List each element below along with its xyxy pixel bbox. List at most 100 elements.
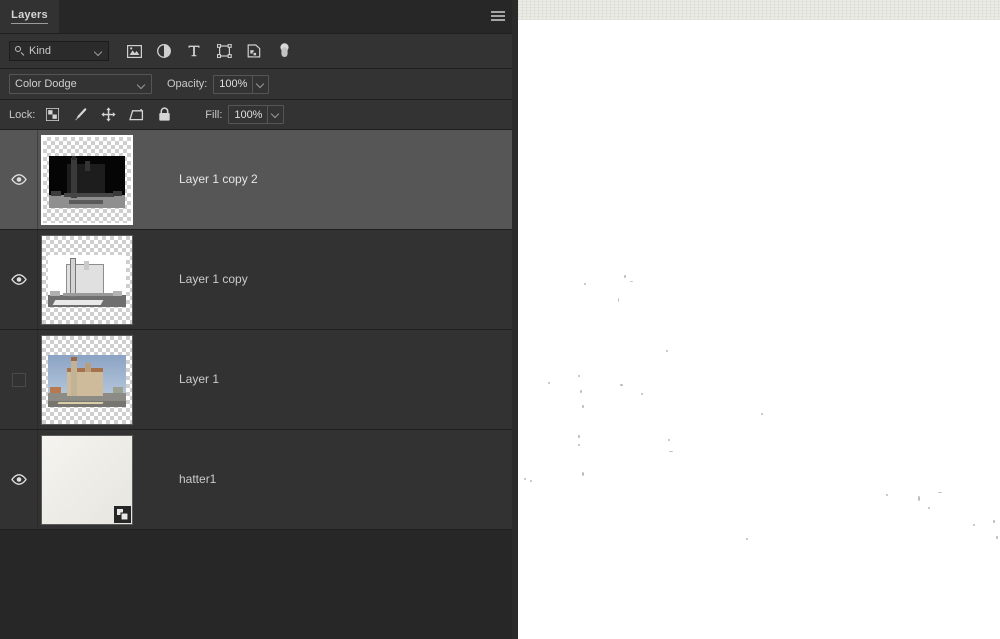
layer-thumbnail[interactable] [41, 234, 133, 325]
menu-line [491, 19, 505, 21]
layer-thumbnail-wrap[interactable] [41, 434, 133, 525]
canvas-speck [666, 350, 668, 352]
layer-list-empty-space [0, 530, 512, 534]
filter-toggle-icon[interactable] [275, 42, 293, 60]
canvas-artboard[interactable] [518, 20, 1000, 639]
layer-filter-bar: Kind [0, 33, 512, 69]
hamburger-menu-icon[interactable] [490, 9, 506, 23]
layer-thumbnail-wrap[interactable] [41, 234, 133, 325]
canvas-speck [993, 520, 995, 523]
blend-mode-select[interactable]: Color Dodge [9, 74, 152, 94]
thumbnail-artwork [48, 354, 126, 407]
canvas-speck [996, 536, 998, 539]
layer-visibility-toggle[interactable] [0, 130, 38, 229]
fill-value: 100% [234, 108, 263, 121]
eye-icon[interactable] [10, 173, 27, 186]
canvas-speck [578, 444, 580, 446]
layer-visibility-toggle[interactable] [0, 430, 38, 529]
layer-name[interactable]: hatter1 [179, 472, 216, 487]
lock-label: Lock: [9, 108, 36, 121]
smart-object-badge-icon [114, 505, 131, 523]
table-row[interactable]: Layer 1 copy 2 [0, 130, 512, 230]
canvas-speck [582, 405, 584, 408]
menu-line [491, 15, 505, 17]
layer-visibility-toggle[interactable] [0, 330, 38, 429]
canvas-speck [761, 413, 763, 415]
document-canvas[interactable] [512, 0, 1000, 639]
filter-smart-object-layers-icon[interactable] [245, 42, 263, 60]
canvas-speck [578, 375, 580, 377]
canvas-speck [668, 439, 670, 441]
canvas-speck [530, 480, 532, 482]
chevron-down-icon[interactable] [137, 80, 146, 89]
filter-type-icons [125, 42, 293, 60]
canvas-speck [928, 507, 930, 509]
layer-name[interactable]: Layer 1 copy 2 [179, 172, 258, 187]
layer-thumbnail-wrap[interactable] [41, 334, 133, 425]
menu-line [491, 11, 505, 13]
layer-list: Layer 1 copy 2 Layer 1 copy Layer 1 hatt… [0, 130, 512, 534]
lock-position-icon[interactable] [100, 106, 117, 123]
canvas-speck [886, 494, 888, 496]
eye-off-icon[interactable] [11, 372, 26, 387]
canvas-speck [548, 382, 550, 384]
lock-fill-bar: Lock: Fill: 100% [0, 100, 512, 130]
fill-label: Fill: [205, 108, 223, 121]
eye-icon[interactable] [10, 273, 27, 286]
layer-thumbnail-wrap[interactable] [41, 134, 133, 225]
lock-all-icon[interactable] [156, 106, 173, 123]
canvas-speck [918, 496, 920, 501]
tab-layers[interactable]: Layers [0, 0, 59, 33]
canvas-speck [746, 538, 748, 540]
tab-layers-label: Layers [11, 9, 48, 24]
search-icon [14, 45, 25, 57]
filter-shape-layers-icon[interactable] [215, 42, 233, 60]
opacity-stepper-icon[interactable] [252, 75, 268, 93]
opacity-value: 100% [219, 78, 248, 90]
fill-stepper-icon[interactable] [267, 106, 283, 123]
table-row[interactable]: hatter1 [0, 430, 512, 530]
layer-name[interactable]: Layer 1 copy [179, 272, 248, 287]
canvas-speck [630, 281, 633, 282]
canvas-speck [580, 390, 582, 393]
layer-name[interactable]: Layer 1 [179, 372, 219, 387]
canvas-speck [669, 451, 673, 452]
canvas-speck [524, 478, 526, 480]
layer-visibility-toggle[interactable] [0, 230, 38, 329]
filter-pixel-layers-icon[interactable] [125, 42, 143, 60]
filter-kind-select[interactable]: Kind [9, 41, 109, 61]
blend-opacity-bar: Color Dodge Opacity: 100% [0, 69, 512, 100]
thumbnail-artwork [49, 155, 125, 208]
lock-icon-group [44, 106, 173, 123]
canvas-speck [641, 393, 643, 395]
opacity-field[interactable]: 100% [213, 74, 270, 94]
canvas-speck [938, 492, 942, 493]
table-row[interactable]: Layer 1 copy [0, 230, 512, 330]
layers-panel: Layers Kind Color Dodge Opacity: 100% Lo… [0, 0, 512, 639]
filter-type-layers-icon[interactable] [185, 42, 203, 60]
canvas-speck [618, 298, 619, 302]
lock-transparent-pixels-icon[interactable] [44, 106, 61, 123]
canvas-speck [624, 275, 626, 278]
layer-thumbnail[interactable] [41, 334, 133, 425]
layer-thumbnail[interactable] [41, 434, 133, 525]
canvas-speck [582, 472, 584, 476]
canvas-speck [584, 283, 586, 285]
canvas-speck [973, 524, 975, 526]
photoshop-workspace: Layers Kind Color Dodge Opacity: 100% Lo… [0, 0, 1000, 639]
filter-adjustment-layers-icon[interactable] [155, 42, 173, 60]
canvas-speck [578, 435, 580, 438]
panel-header: Layers [0, 0, 512, 33]
thumbnail-artwork [48, 254, 126, 307]
eye-icon[interactable] [10, 473, 27, 486]
chevron-down-icon[interactable] [94, 47, 103, 56]
layer-thumbnail[interactable] [41, 134, 133, 225]
filter-kind-label: Kind [29, 45, 52, 57]
canvas-paper-strip [518, 0, 1000, 20]
fill-field[interactable]: 100% [228, 105, 285, 124]
lock-image-pixels-icon[interactable] [72, 106, 89, 123]
table-row[interactable]: Layer 1 [0, 330, 512, 430]
opacity-label: Opacity: [167, 78, 208, 90]
blend-mode-value: Color Dodge [15, 78, 77, 90]
lock-artboard-nesting-icon[interactable] [128, 106, 145, 123]
